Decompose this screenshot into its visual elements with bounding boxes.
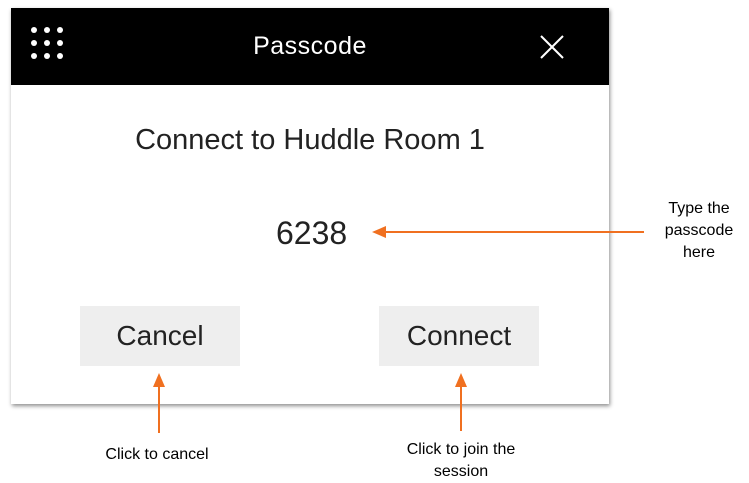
passcode-annotation-line: passcode	[664, 222, 734, 239]
passcode-annotation-line: Type the	[668, 200, 730, 217]
connect-annotation-line: Click to join the	[406, 441, 516, 458]
passcode-annotation: Type the passcode here	[649, 198, 749, 264]
annotation-arrows	[153, 226, 644, 433]
connect-annotation-line: session	[433, 463, 489, 480]
connect-annotation: Click to join the session	[381, 439, 541, 483]
passcode-annotation-line: here	[682, 244, 716, 261]
cancel-annotation: Click to cancel	[105, 446, 209, 463]
